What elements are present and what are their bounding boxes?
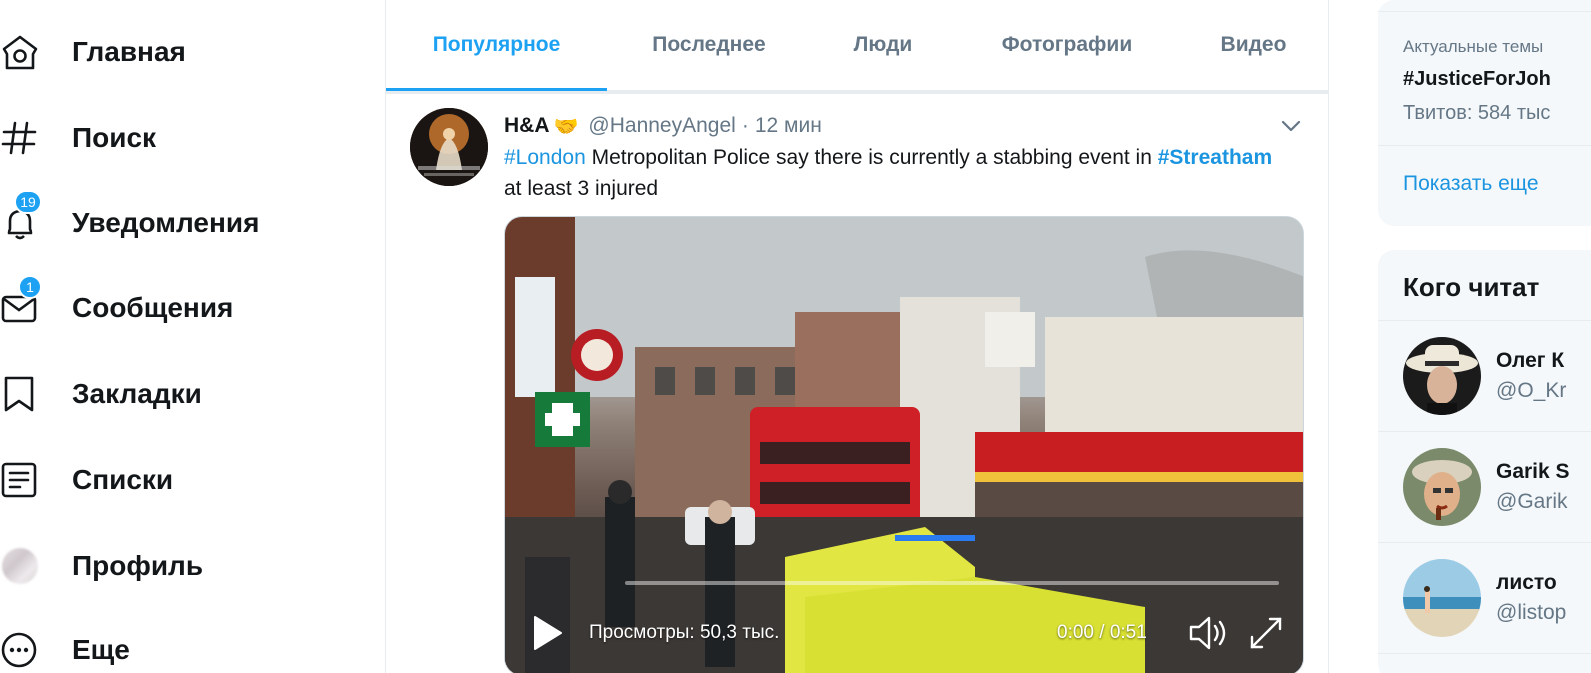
- tweet-author-name[interactable]: H&A: [504, 114, 550, 138]
- trends-divider: [1378, 11, 1591, 12]
- search-results-column: Популярное Последнее Люди Фотографии Вид…: [386, 0, 1328, 673]
- avatar[interactable]: [1403, 337, 1481, 415]
- right-sidebar: Актуальные темы #JusticeForJoh Твитов: 5…: [1378, 0, 1591, 673]
- hashtag-link[interactable]: #Streatham: [1158, 146, 1272, 169]
- video-progress-bar[interactable]: [625, 581, 1279, 585]
- follow-suggestion-name[interactable]: листо: [1496, 571, 1557, 595]
- follow-suggestion[interactable]: Garik S @Garik: [1378, 432, 1591, 542]
- follow-suggestion-name[interactable]: Олег К: [1496, 349, 1564, 373]
- hashtag-icon: [0, 118, 40, 158]
- play-icon[interactable]: [531, 615, 563, 651]
- tweet[interactable]: H&A 🤝 @HanneyAngel · 12 мин #London Metr…: [386, 94, 1328, 673]
- avatar[interactable]: [1403, 448, 1481, 526]
- trend-context: Актуальные темы: [1403, 37, 1544, 56]
- search-tabs: Популярное Последнее Люди Фотографии Вид…: [386, 0, 1328, 91]
- tab-videos[interactable]: Видео: [1179, 0, 1328, 90]
- follow-suggestion[interactable]: Олег К @O_Kr: [1378, 321, 1591, 431]
- nav-label-bookmarks: Закладки: [72, 378, 202, 409]
- list-icon: [0, 460, 40, 500]
- video-frame: [505, 217, 1303, 673]
- follow-suggestion-handle: @listop: [1496, 601, 1567, 624]
- right-divider: [1328, 0, 1329, 673]
- tweet-text: #London Metropolitan Police say there is…: [504, 142, 1284, 204]
- who-to-follow-divider: [1378, 653, 1591, 654]
- tweet-text-part: at least 3 injured: [504, 177, 659, 200]
- nav-label-notifications: Уведомления: [72, 207, 260, 238]
- nav-label-messages: Сообщения: [72, 292, 234, 323]
- tweet-author-avatar[interactable]: [410, 108, 488, 186]
- who-to-follow-title: Кого читат: [1403, 272, 1540, 302]
- nav-label-more: Еще: [72, 634, 130, 665]
- nav-label-profile: Профиль: [72, 550, 204, 581]
- trend-tweet-count: Твитов: 584 тыс: [1403, 102, 1551, 124]
- tab-photos[interactable]: Фотографии: [955, 0, 1179, 90]
- envelope-icon: 1: [0, 275, 42, 328]
- notifications-badge: 19: [14, 190, 42, 214]
- profile-avatar: [0, 546, 40, 586]
- volume-icon[interactable]: [1187, 615, 1229, 651]
- fullscreen-icon[interactable]: [1248, 615, 1284, 651]
- avatar[interactable]: [1403, 559, 1481, 637]
- app-root: Главная Поиск 19 Уведомления 1 Сообщения: [0, 0, 1591, 673]
- trend-name[interactable]: #JusticeForJoh: [1403, 68, 1551, 91]
- who-to-follow-panel: Кого читат Олег К @O_Kr Garik S @Garik л…: [1378, 250, 1591, 673]
- bell-icon: 19: [0, 190, 42, 243]
- home-icon: [0, 32, 40, 72]
- trends-panel: Актуальные темы #JusticeForJoh Твитов: 5…: [1378, 0, 1591, 226]
- nav-label-search: Поиск: [72, 122, 157, 153]
- video-timestamp: 0:00 / 0:51: [1057, 622, 1147, 643]
- chevron-down-icon[interactable]: [1279, 114, 1303, 138]
- video-view-count: Просмотры: 50,3 тыс.: [589, 622, 780, 643]
- tweet-text-part: Metropolitan Police say there is current…: [585, 146, 1158, 169]
- more-icon: [0, 630, 40, 670]
- tweet-timestamp[interactable]: 12 мин: [755, 114, 822, 138]
- tweet-header: H&A 🤝 @HanneyAngel · 12 мин: [504, 112, 822, 140]
- tab-latest[interactable]: Последнее: [607, 0, 811, 90]
- primary-nav: Главная Поиск 19 Уведомления 1 Сообщения: [0, 0, 386, 673]
- follow-suggestion-name[interactable]: Garik S: [1496, 460, 1570, 484]
- messages-badge: 1: [18, 275, 42, 299]
- trends-divider: [1378, 145, 1591, 146]
- follow-suggestion-handle: @Garik: [1496, 490, 1568, 513]
- tweet-separator: ·: [741, 114, 749, 137]
- tweet-author-handle[interactable]: @HanneyAngel: [588, 114, 735, 138]
- follow-suggestion-handle: @O_Kr: [1496, 379, 1567, 402]
- nav-label-lists: Списки: [72, 464, 174, 495]
- bookmark-icon: [0, 374, 40, 414]
- video-player[interactable]: Просмотры: 50,3 тыс. 0:00 / 0:51: [504, 216, 1304, 673]
- tab-people[interactable]: Люди: [811, 0, 955, 90]
- nav-label-home: Главная: [72, 36, 186, 67]
- tab-top[interactable]: Популярное: [386, 0, 607, 91]
- show-more-link[interactable]: Показать еще: [1403, 172, 1539, 196]
- handshake-icon: 🤝: [553, 115, 579, 138]
- hashtag-link[interactable]: #London: [504, 146, 586, 169]
- follow-suggestion[interactable]: листо @listop: [1378, 543, 1591, 653]
- avatar: [2, 548, 38, 584]
